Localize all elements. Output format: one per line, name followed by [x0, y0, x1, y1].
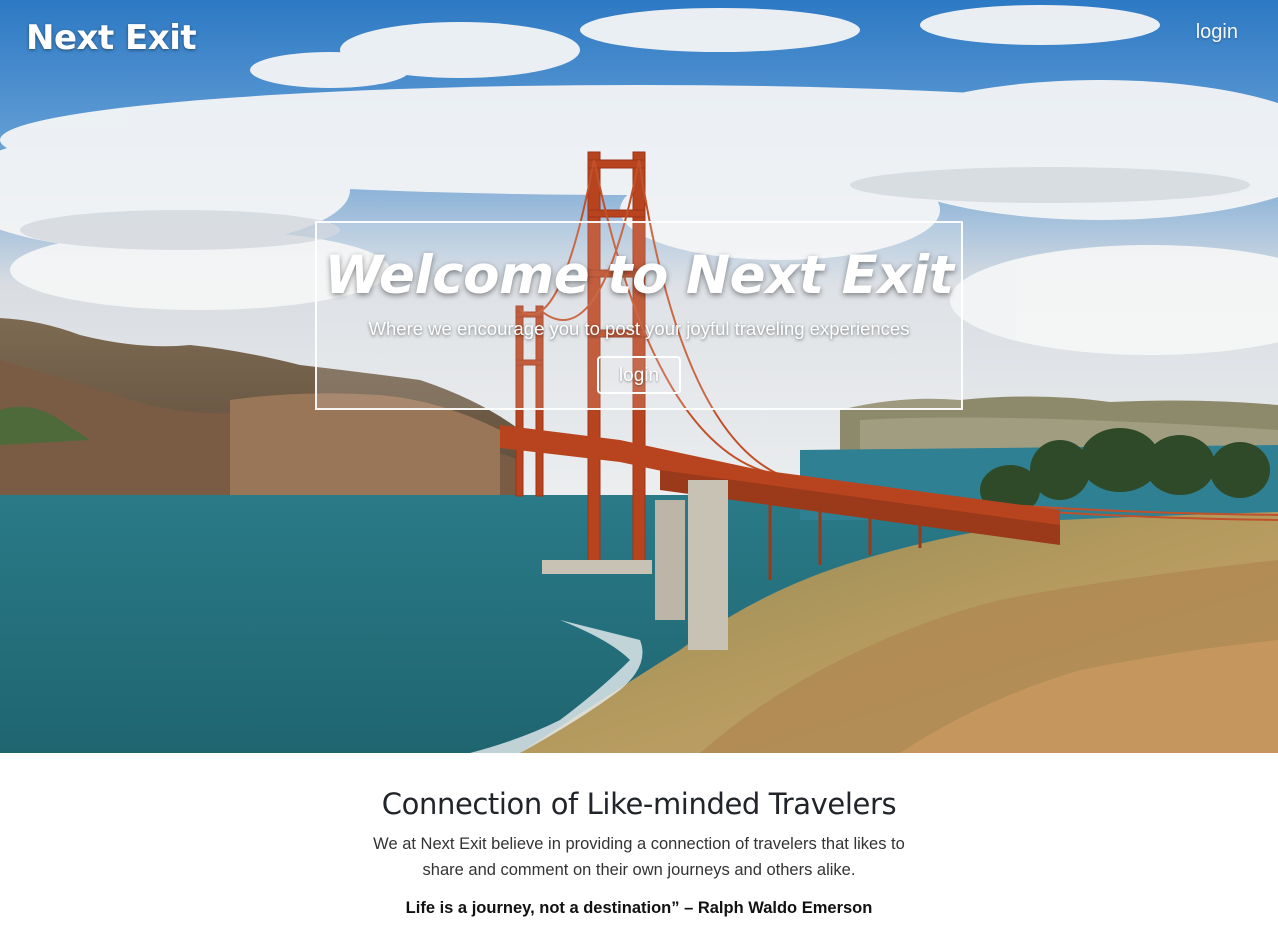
welcome-title: Welcome to Next Exit [324, 245, 954, 306]
welcome-subtitle: Where we encourage you to post your joyf… [368, 318, 910, 339]
nav-login-link[interactable]: login [1196, 21, 1238, 44]
hero-login-button[interactable]: login [596, 356, 682, 394]
about-quote: Life is a journey, not a destination” – … [405, 899, 873, 917]
about-body: We at Next Exit believe in providing a c… [373, 835, 905, 879]
about-section: Connection of Like-minded Travelers We a… [0, 753, 1278, 918]
about-heading: Connection of Like-minded Travelers [381, 787, 897, 821]
welcome-panel: Welcome to Next Exit Where we encourage … [315, 221, 963, 410]
brand-logo[interactable]: Next Exit [26, 18, 197, 58]
hero-section: Next Exit login Welcome to Next Exit Whe… [0, 0, 1278, 753]
